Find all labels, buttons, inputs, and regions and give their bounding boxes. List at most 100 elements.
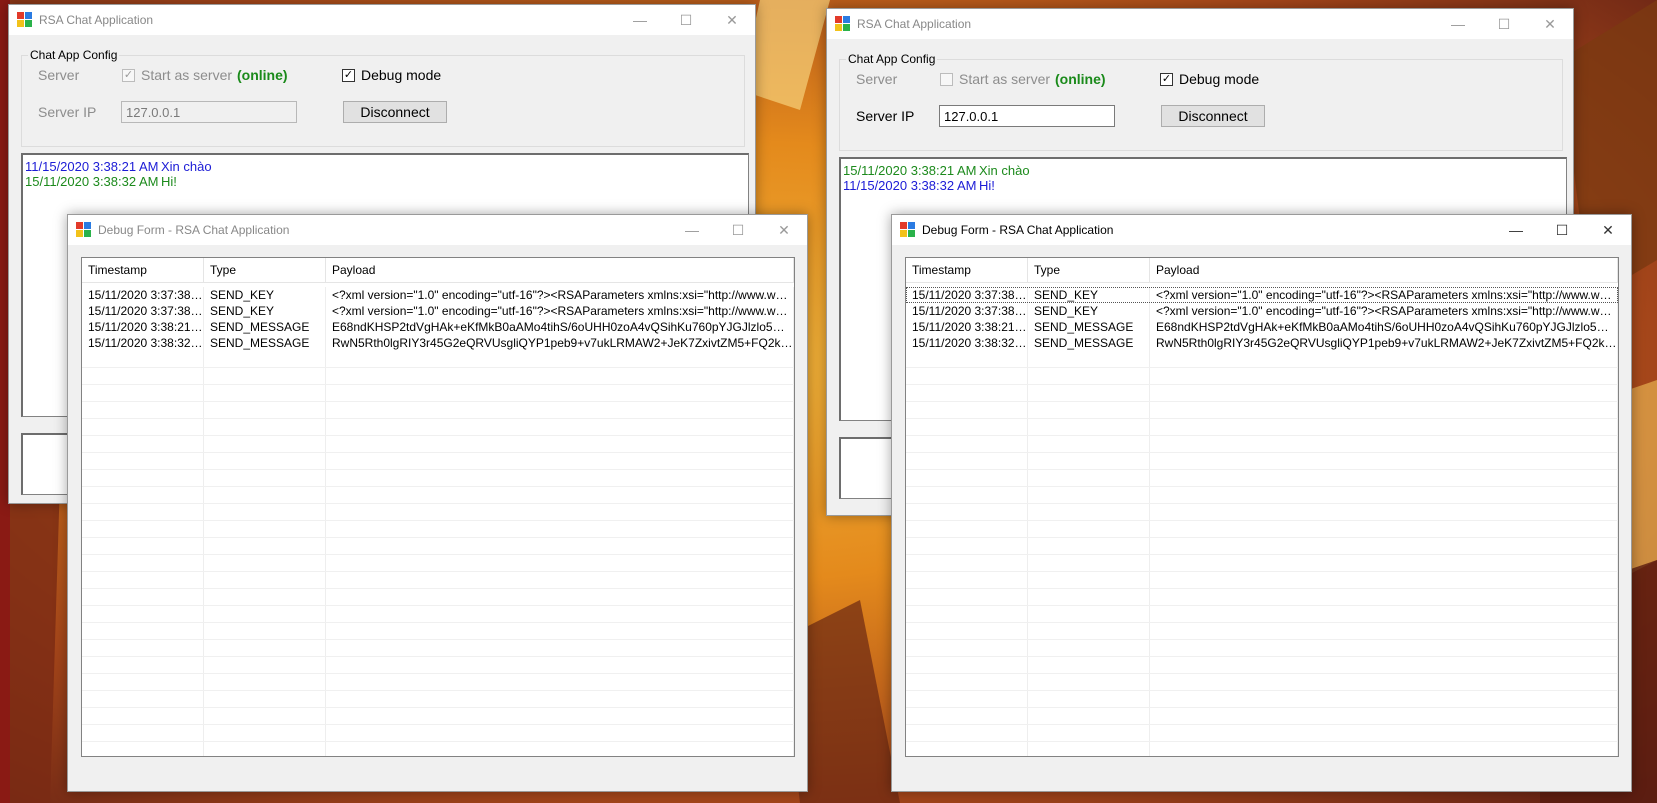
table-row[interactable]: 15/11/2020 3:38:21 AM SEND_MESSAGE E68nd…: [82, 319, 794, 335]
empty-grid-row: [82, 385, 794, 402]
disconnect-button[interactable]: Disconnect: [343, 101, 447, 123]
table-row[interactable]: 15/11/2020 3:38:32 AM SEND_MESSAGE RwN5R…: [82, 335, 794, 351]
right-debug-titlebar[interactable]: Debug Form - RSA Chat Application — ☐ ✕: [892, 215, 1631, 245]
column-header-type[interactable]: Type: [1028, 258, 1150, 282]
column-header-timestamp[interactable]: Timestamp: [82, 258, 204, 282]
empty-grid-row: [82, 419, 794, 436]
empty-grid-row: [906, 487, 1618, 504]
close-icon[interactable]: ✕: [1527, 9, 1573, 39]
right-chat-titlebar[interactable]: RSA Chat Application — ☐ ✕: [827, 9, 1573, 39]
empty-grid-row: [906, 657, 1618, 674]
empty-grid-row: [906, 623, 1618, 640]
right-debug-window: Debug Form - RSA Chat Application — ☐ ✕ …: [891, 214, 1632, 792]
server-label: Server: [856, 71, 898, 87]
chat-message: 15/11/2020 3:38:32 AM Hi!: [25, 174, 177, 189]
listview-header: Timestamp Type Payload: [906, 258, 1618, 283]
empty-grid-row: [906, 725, 1618, 742]
empty-grid-row: [82, 402, 794, 419]
empty-grid-row: [82, 725, 794, 742]
empty-grid-row: [82, 691, 794, 708]
disconnect-button[interactable]: Disconnect: [1161, 105, 1265, 127]
maximize-icon[interactable]: ☐: [1539, 215, 1585, 245]
server-ip-label: Server IP: [856, 108, 915, 124]
empty-grid-row: [82, 538, 794, 555]
table-row[interactable]: 15/11/2020 3:38:32 AM SEND_MESSAGE RwN5R…: [906, 335, 1618, 351]
table-row[interactable]: 15/11/2020 3:37:38 AM SEND_KEY <?xml ver…: [906, 303, 1618, 319]
table-row[interactable]: 15/11/2020 3:37:38 AM SEND_KEY <?xml ver…: [906, 287, 1618, 303]
empty-grid-row: [906, 470, 1618, 487]
app-icon: [900, 222, 916, 238]
listview-header: Timestamp Type Payload: [82, 258, 794, 283]
left-chat-titlebar[interactable]: RSA Chat Application — ☐ ✕: [9, 5, 755, 35]
empty-grid-row: [906, 538, 1618, 555]
window-title: Debug Form - RSA Chat Application: [922, 223, 1114, 237]
start-as-server-checkbox[interactable]: Start as server: [940, 71, 1050, 87]
empty-grid-row: [906, 742, 1618, 756]
empty-grid-row: [906, 674, 1618, 691]
empty-grid-row: [82, 453, 794, 470]
listview-grid: [906, 351, 1618, 756]
empty-grid-row: [82, 487, 794, 504]
start-as-server-checkbox[interactable]: ✓ Start as server: [122, 67, 232, 83]
column-header-payload[interactable]: Payload: [1150, 258, 1618, 282]
left-debug-titlebar[interactable]: Debug Form - RSA Chat Application — ☐ ✕: [68, 215, 807, 245]
empty-grid-row: [906, 572, 1618, 589]
empty-grid-row: [906, 521, 1618, 538]
empty-grid-row: [906, 385, 1618, 402]
maximize-icon[interactable]: ☐: [715, 215, 761, 245]
empty-grid-row: [82, 521, 794, 538]
close-icon[interactable]: ✕: [1585, 215, 1631, 245]
maximize-icon[interactable]: ☐: [1481, 9, 1527, 39]
minimize-icon[interactable]: —: [1435, 9, 1481, 39]
empty-grid-row: [906, 368, 1618, 385]
minimize-icon[interactable]: —: [1493, 215, 1539, 245]
debug-listview[interactable]: Timestamp Type Payload 15/11/2020 3:37:3…: [81, 257, 795, 757]
window-title: RSA Chat Application: [857, 17, 972, 31]
server-ip-input[interactable]: [121, 101, 297, 123]
empty-grid-row: [82, 589, 794, 606]
chat-message: 15/11/2020 3:38:21 AM Xin chào: [843, 163, 1030, 178]
column-header-type[interactable]: Type: [204, 258, 326, 282]
table-row[interactable]: 15/11/2020 3:38:21 AM SEND_MESSAGE E68nd…: [906, 319, 1618, 335]
debug-mode-checkbox[interactable]: ✓ Debug mode: [1160, 71, 1259, 87]
empty-grid-row: [906, 453, 1618, 470]
column-header-timestamp[interactable]: Timestamp: [906, 258, 1028, 282]
table-row[interactable]: 15/11/2020 3:37:38 AM SEND_KEY <?xml ver…: [82, 303, 794, 319]
empty-grid-row: [82, 657, 794, 674]
groupbox-title: Chat App Config: [28, 48, 120, 62]
empty-grid-row: [82, 572, 794, 589]
empty-grid-row: [82, 470, 794, 487]
empty-grid-row: [906, 419, 1618, 436]
empty-grid-row: [82, 606, 794, 623]
window-title: RSA Chat Application: [39, 13, 154, 27]
empty-grid-row: [906, 691, 1618, 708]
checkbox-icon: [940, 72, 953, 86]
empty-grid-row: [82, 623, 794, 640]
chat-message: 11/15/2020 3:38:21 AM Xin chào: [25, 159, 212, 174]
chat-message: 11/15/2020 3:38:32 AM Hi!: [843, 178, 995, 193]
empty-grid-row: [906, 708, 1618, 725]
table-row[interactable]: 15/11/2020 3:37:38 AM SEND_KEY <?xml ver…: [82, 287, 794, 303]
column-header-payload[interactable]: Payload: [326, 258, 794, 282]
empty-grid-row: [906, 606, 1618, 623]
minimize-icon[interactable]: —: [617, 5, 663, 35]
empty-grid-row: [906, 436, 1618, 453]
debug-listview[interactable]: Timestamp Type Payload 15/11/2020 3:37:3…: [905, 257, 1619, 757]
maximize-icon[interactable]: ☐: [663, 5, 709, 35]
left-debug-window: Debug Form - RSA Chat Application — ☐ ✕ …: [67, 214, 808, 792]
empty-grid-row: [82, 555, 794, 572]
message-input[interactable]: [839, 437, 895, 499]
empty-grid-row: [82, 436, 794, 453]
minimize-icon[interactable]: —: [669, 215, 715, 245]
server-label: Server: [38, 67, 80, 83]
empty-grid-row: [82, 504, 794, 521]
server-ip-input[interactable]: [939, 105, 1115, 127]
debug-mode-checkbox[interactable]: ✓ Debug mode: [342, 67, 441, 83]
empty-grid-row: [82, 708, 794, 725]
close-icon[interactable]: ✕: [709, 5, 755, 35]
empty-grid-row: [906, 555, 1618, 572]
listview-grid: [82, 351, 794, 756]
close-icon[interactable]: ✕: [761, 215, 807, 245]
status-badge: (online): [237, 67, 288, 83]
empty-grid-row: [906, 402, 1618, 419]
